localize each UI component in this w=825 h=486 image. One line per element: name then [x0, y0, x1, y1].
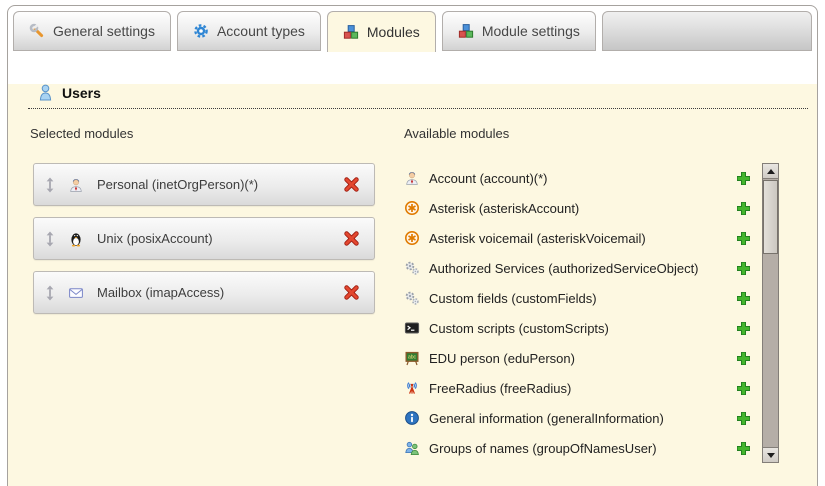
person-icon: [404, 170, 420, 186]
tab-label: Module settings: [482, 23, 580, 39]
selected-modules-column: Selected modules Personal (inetOrgPerson…: [30, 126, 404, 463]
available-module-row: FreeRadius (freeRadius): [404, 373, 760, 403]
tab-label: General settings: [53, 23, 155, 39]
available-module-row: Custom fields (customFields): [404, 283, 760, 313]
available-module-label: Groups of names (groupOfNamesUser): [429, 441, 657, 456]
available-module-row: Asterisk (asteriskAccount): [404, 193, 760, 223]
modules-icon: [343, 24, 359, 40]
available-modules-scrollbar[interactable]: [762, 163, 779, 463]
available-module-label: Custom scripts (customScripts): [429, 321, 609, 336]
scrollbar-thumb[interactable]: [763, 180, 778, 254]
available-module-label: Asterisk voicemail (asteriskVoicemail): [429, 231, 646, 246]
selected-module-label: Mailbox (imapAccess): [97, 285, 224, 300]
available-module-label: Authorized Services (authorizedServiceOb…: [429, 261, 699, 276]
antenna-icon: [404, 380, 420, 396]
tab-account-types[interactable]: Account types: [177, 11, 321, 51]
available-module-row: abc EDU person (eduPerson): [404, 343, 760, 373]
tab-label: Modules: [367, 24, 420, 40]
gears-icon: [404, 290, 420, 306]
modules-icon: [458, 23, 474, 39]
available-modules-label: Available modules: [404, 126, 817, 141]
available-modules-area: Account (account)(*) Asterisk (asteriskAc…: [404, 163, 817, 463]
selected-module-label: Personal (inetOrgPerson)(*): [97, 177, 258, 192]
add-module-button[interactable]: [735, 350, 752, 367]
terminal-icon: [404, 320, 420, 336]
tab-modules[interactable]: Modules: [327, 11, 436, 52]
add-module-button[interactable]: [735, 320, 752, 337]
penguin-icon: [68, 231, 84, 247]
available-module-label: EDU person (eduPerson): [429, 351, 575, 366]
tab-module-settings[interactable]: Module settings: [442, 11, 596, 51]
move-handle-icon[interactable]: [45, 285, 55, 301]
available-module-row: Authorized Services (authorizedServiceOb…: [404, 253, 760, 283]
available-module-row: General information (generalInformation): [404, 403, 760, 433]
tab-bar: General settings Account types Modules Modu…: [8, 6, 817, 51]
available-module-row: Asterisk voicemail (asteriskVoicemail): [404, 223, 760, 253]
available-module-label: Custom fields (customFields): [429, 291, 597, 306]
available-module-label: FreeRadius (freeRadius): [429, 381, 571, 396]
remove-module-button[interactable]: [343, 176, 360, 193]
available-modules-list: Account (account)(*) Asterisk (asteriskAc…: [404, 163, 760, 463]
available-module-label: General information (generalInformation): [429, 411, 664, 426]
add-module-button[interactable]: [735, 230, 752, 247]
add-module-button[interactable]: [735, 410, 752, 427]
group-icon: [404, 440, 420, 456]
gears-icon: [404, 260, 420, 276]
remove-module-button[interactable]: [343, 230, 360, 247]
add-module-button[interactable]: [735, 200, 752, 217]
available-modules-column: Available modules Account (account)(*) As…: [404, 126, 817, 463]
selected-modules-label: Selected modules: [30, 126, 404, 141]
selected-modules-list: Personal (inetOrgPerson)(*) Unix (posixAc…: [33, 163, 375, 314]
scroll-down-button[interactable]: [763, 447, 778, 462]
wrench-icon: [29, 23, 45, 39]
add-module-button[interactable]: [735, 290, 752, 307]
add-module-button[interactable]: [735, 260, 752, 277]
modules-tab-content: Users Selected modules Personal (inetOrg…: [8, 84, 817, 486]
scroll-up-button[interactable]: [763, 164, 778, 179]
module-columns: Selected modules Personal (inetOrgPerson…: [8, 126, 817, 463]
info-icon: [404, 410, 420, 426]
move-handle-icon[interactable]: [45, 177, 55, 193]
selected-module-box[interactable]: Mailbox (imapAccess): [33, 271, 375, 314]
user-icon: [38, 84, 53, 101]
selected-module-box[interactable]: Unix (posixAccount): [33, 217, 375, 260]
selected-module-box[interactable]: Personal (inetOrgPerson)(*): [33, 163, 375, 206]
asterisk-icon: [404, 200, 420, 216]
board-icon: abc: [404, 350, 420, 366]
add-module-button[interactable]: [735, 440, 752, 457]
section-title: Users: [62, 85, 101, 101]
arrow-down-icon: [767, 453, 775, 458]
selected-module-label: Unix (posixAccount): [97, 231, 213, 246]
users-section-heading: Users: [28, 84, 808, 109]
mail-icon: [68, 285, 84, 301]
tab-general-settings[interactable]: General settings: [13, 11, 171, 51]
settings-panel: General settings Account types Modules Modu…: [7, 5, 818, 486]
add-module-button[interactable]: [735, 380, 752, 397]
tab-label: Account types: [217, 23, 305, 39]
gear-icon: [193, 23, 209, 39]
remove-module-button[interactable]: [343, 284, 360, 301]
arrow-up-icon: [767, 169, 775, 174]
person-icon: [68, 177, 84, 193]
config-window: General settings Account types Modules Modu…: [0, 0, 825, 486]
available-module-row: Custom scripts (customScripts): [404, 313, 760, 343]
available-module-row: Groups of names (groupOfNamesUser): [404, 433, 760, 463]
tab-bar-filler: [602, 11, 812, 51]
svg-text:abc: abc: [408, 355, 417, 361]
add-module-button[interactable]: [735, 170, 752, 187]
asterisk-icon: [404, 230, 420, 246]
move-handle-icon[interactable]: [45, 231, 55, 247]
available-module-label: Account (account)(*): [429, 171, 548, 186]
available-module-row: Account (account)(*): [404, 163, 760, 193]
available-module-label: Asterisk (asteriskAccount): [429, 201, 579, 216]
